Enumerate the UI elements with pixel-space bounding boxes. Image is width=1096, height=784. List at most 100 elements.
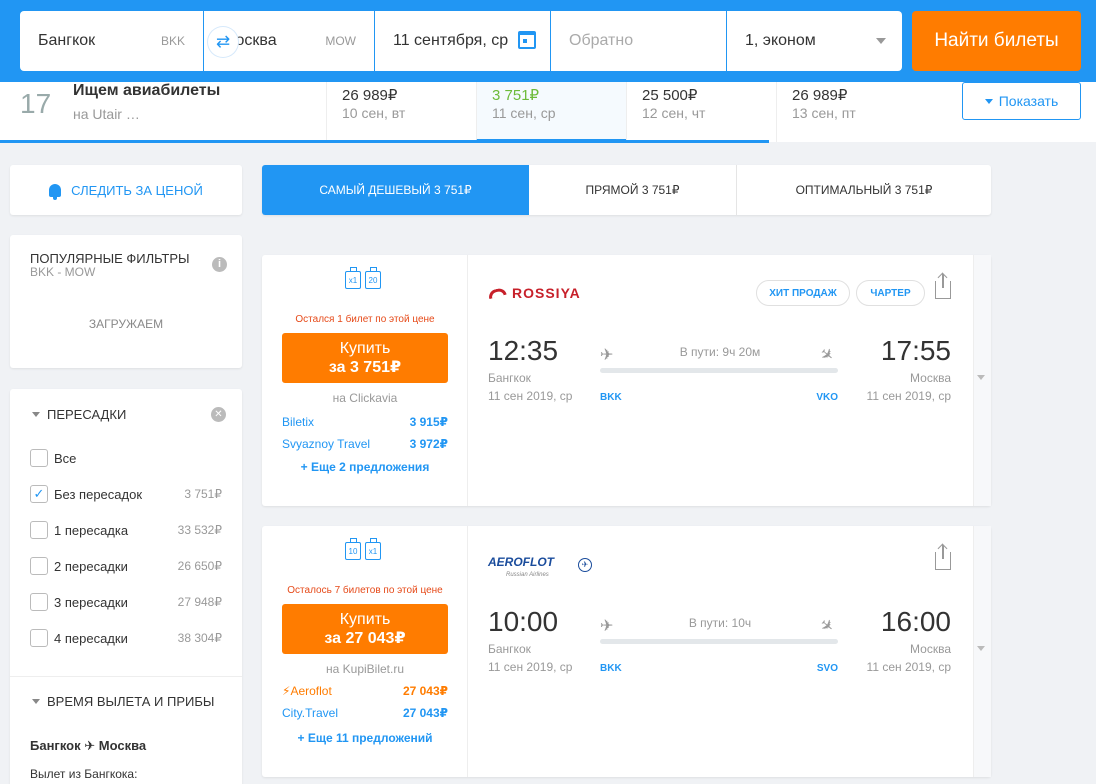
checkbox[interactable] [30,593,48,611]
return-placeholder: Обратно [569,32,634,49]
tab-optimal[interactable]: ОПТИМАЛЬНЫЙ 3 751₽ [737,165,991,215]
time-header[interactable]: ВРЕМЯ ВЫЛЕТА И ПРИБЫ [32,694,214,709]
route-to: Москва [98,738,147,753]
transfers-header[interactable]: ПЕРЕСАДКИ [32,407,126,422]
transfer-option[interactable]: 2 пересадки 26 650₽ [30,556,222,576]
loading-text: ЗАГРУЖАЕМ [88,317,164,331]
arrival-time: 16:00 [880,606,951,637]
transfer-label: Все [54,450,77,466]
transfer-option[interactable]: Все [30,448,222,468]
checkbox-checked[interactable]: ✓ [30,485,48,503]
transfer-label: 1 пересадка [54,522,129,538]
price-watch-label: СЛЕДИТЬ ЗА ЦЕНОЙ [71,182,203,198]
expand-strip[interactable] [973,255,991,506]
date-price: 3 751₽ [492,87,540,104]
transfer-price: 3 751₽ [184,487,222,501]
triangle-down-icon [984,98,993,104]
arrival-city: Москва [910,371,951,385]
airline-logo: AEROFLOT Russian Airlines ✈ [488,555,592,581]
arrival-date: 11 сен 2019, ср [866,389,951,403]
hand-luggage-icon: x1 [345,267,361,289]
ticket-flight-column[interactable]: AEROFLOT Russian Airlines ✈ 10:00 16:00 … [468,526,991,777]
baggage-info: x1 20 [345,267,381,289]
date-label: 13 сен, пт [792,105,856,121]
ticket-flight-column[interactable]: ROSSIYA ХИТ ПРОДАЖ ЧАРТЕР 12:35 17:55 Ба… [468,255,991,506]
departure-iata: BKK [600,663,622,674]
tab-direct[interactable]: ПРЯМОЙ 3 751₽ [529,165,737,215]
swap-icon[interactable]: ⇄ [208,27,238,57]
offer-agency: City.Travel [282,706,339,720]
departure-city: Бангкок [488,642,531,656]
date-cell[interactable]: 26 989₽ 10 сен, вт [326,82,476,142]
date-cell-selected[interactable]: 3 751₽ 11 сен, ср [476,82,626,142]
checkbox[interactable] [30,629,48,647]
share-icon[interactable] [935,545,951,570]
transfer-option[interactable]: 4 пересадки 38 304₽ [30,628,222,648]
origin-code: BKK [160,34,185,48]
return-date-field[interactable]: Обратно [551,11,726,71]
show-label: Показать [998,93,1059,109]
find-tickets-button[interactable]: Найти билеты [912,11,1081,71]
triangle-down-icon [32,412,40,417]
offer-price: 3 915₽ [409,415,448,429]
calendar-icon[interactable] [518,31,536,49]
chevron-down-icon [876,38,886,44]
ad-subtitle: на Utair … [73,106,140,122]
search-header: Бангкок BKK Москва MOW 11 сентября, ср О… [0,0,1096,82]
transfer-option[interactable]: 1 пересадка 33 532₽ [30,520,222,540]
ad-title: Ищем авиабилеты [73,82,221,99]
departure-iata: BKK [600,392,622,403]
checkbox[interactable] [30,521,48,539]
sort-tabs: САМЫЙ ДЕШЕВЫЙ 3 751₽ ПРЯМОЙ 3 751₽ ОПТИМ… [262,165,991,215]
transfer-price: 33 532₽ [177,523,222,537]
buy-price: за 3 751₽ [328,359,402,376]
checkbox[interactable] [30,449,48,467]
baggage-info: 10 x1 [345,538,381,560]
agency-name: на KupiBilet.ru [326,662,404,676]
clear-icon[interactable]: ✕ [211,407,226,422]
checkbox[interactable] [30,557,48,575]
aeroflot-bolt-icon: ⚡ [282,684,291,698]
offer-row[interactable]: ⚡ Aeroflot 27 043₽ [282,684,448,698]
offer-agency: Aeroflot [290,684,332,698]
flight-route-line [600,639,838,644]
origin-field[interactable]: Бангкок BKK [20,11,203,71]
info-icon[interactable]: i [212,257,227,272]
departure-city: Бангкок [488,371,531,385]
seats-left-note: Остался 1 билет по этой цене [295,314,435,325]
buy-button[interactable]: Купить за 3 751₽ [282,333,448,383]
date-cell[interactable]: 25 500₽ 12 сен, чт [626,82,776,142]
offer-row[interactable]: Svyaznoy Travel 3 972₽ [282,437,448,451]
departure-date: 11 сентября, ср [393,32,509,49]
time-route: Бангкок ✈ Москва [30,738,146,754]
rossiya-wing-icon [487,286,507,300]
departure-date-field[interactable]: 11 сентября, ср [375,11,550,71]
passengers-select[interactable]: 1, эконом [727,11,902,71]
show-button[interactable]: Показать [962,82,1081,120]
transfer-option[interactable]: 3 пересадки 27 948₽ [30,592,222,612]
tab-cheapest[interactable]: САМЫЙ ДЕШЕВЫЙ 3 751₽ [262,165,529,215]
price-watch-button[interactable]: СЛЕДИТЬ ЗА ЦЕНОЙ [10,165,242,215]
date-cell[interactable]: 26 989₽ 13 сен, пт [776,82,936,142]
more-offers-link[interactable]: + Еще 2 предложения [262,460,468,474]
time-title: ВРЕМЯ ВЫЛЕТА И ПРИБЫ [47,694,215,709]
offer-row[interactable]: City.Travel 27 043₽ [282,706,448,720]
baggage-icon: 20 [365,267,381,289]
chevron-down-icon [977,375,985,380]
more-offers-link[interactable]: + Еще 11 предложений [262,731,468,745]
ticket-price-column: x1 20 Остался 1 билет по этой цене Купит… [262,255,468,506]
departure-time: 12:35 [488,335,559,366]
popular-filters-title: ПОПУЛЯРНЫЕ ФИЛЬТРЫ [30,251,190,266]
chevron-down-icon [977,646,985,651]
share-icon[interactable] [935,274,951,299]
offer-agency: Biletix [282,415,315,429]
passengers-value: 1, эконом [745,32,816,49]
airline-logo: ROSSIYA [487,285,581,301]
hand-luggage-icon: x1 [365,538,381,560]
transfer-option[interactable]: ✓ Без пересадок 3 751₽ [30,484,222,504]
offer-row[interactable]: Biletix 3 915₽ [282,415,448,429]
transfer-price: 26 650₽ [177,559,222,573]
airline-name: AEROFLOT [488,555,554,569]
expand-strip[interactable] [973,526,991,777]
buy-button[interactable]: Купить за 27 043₽ [282,604,448,654]
